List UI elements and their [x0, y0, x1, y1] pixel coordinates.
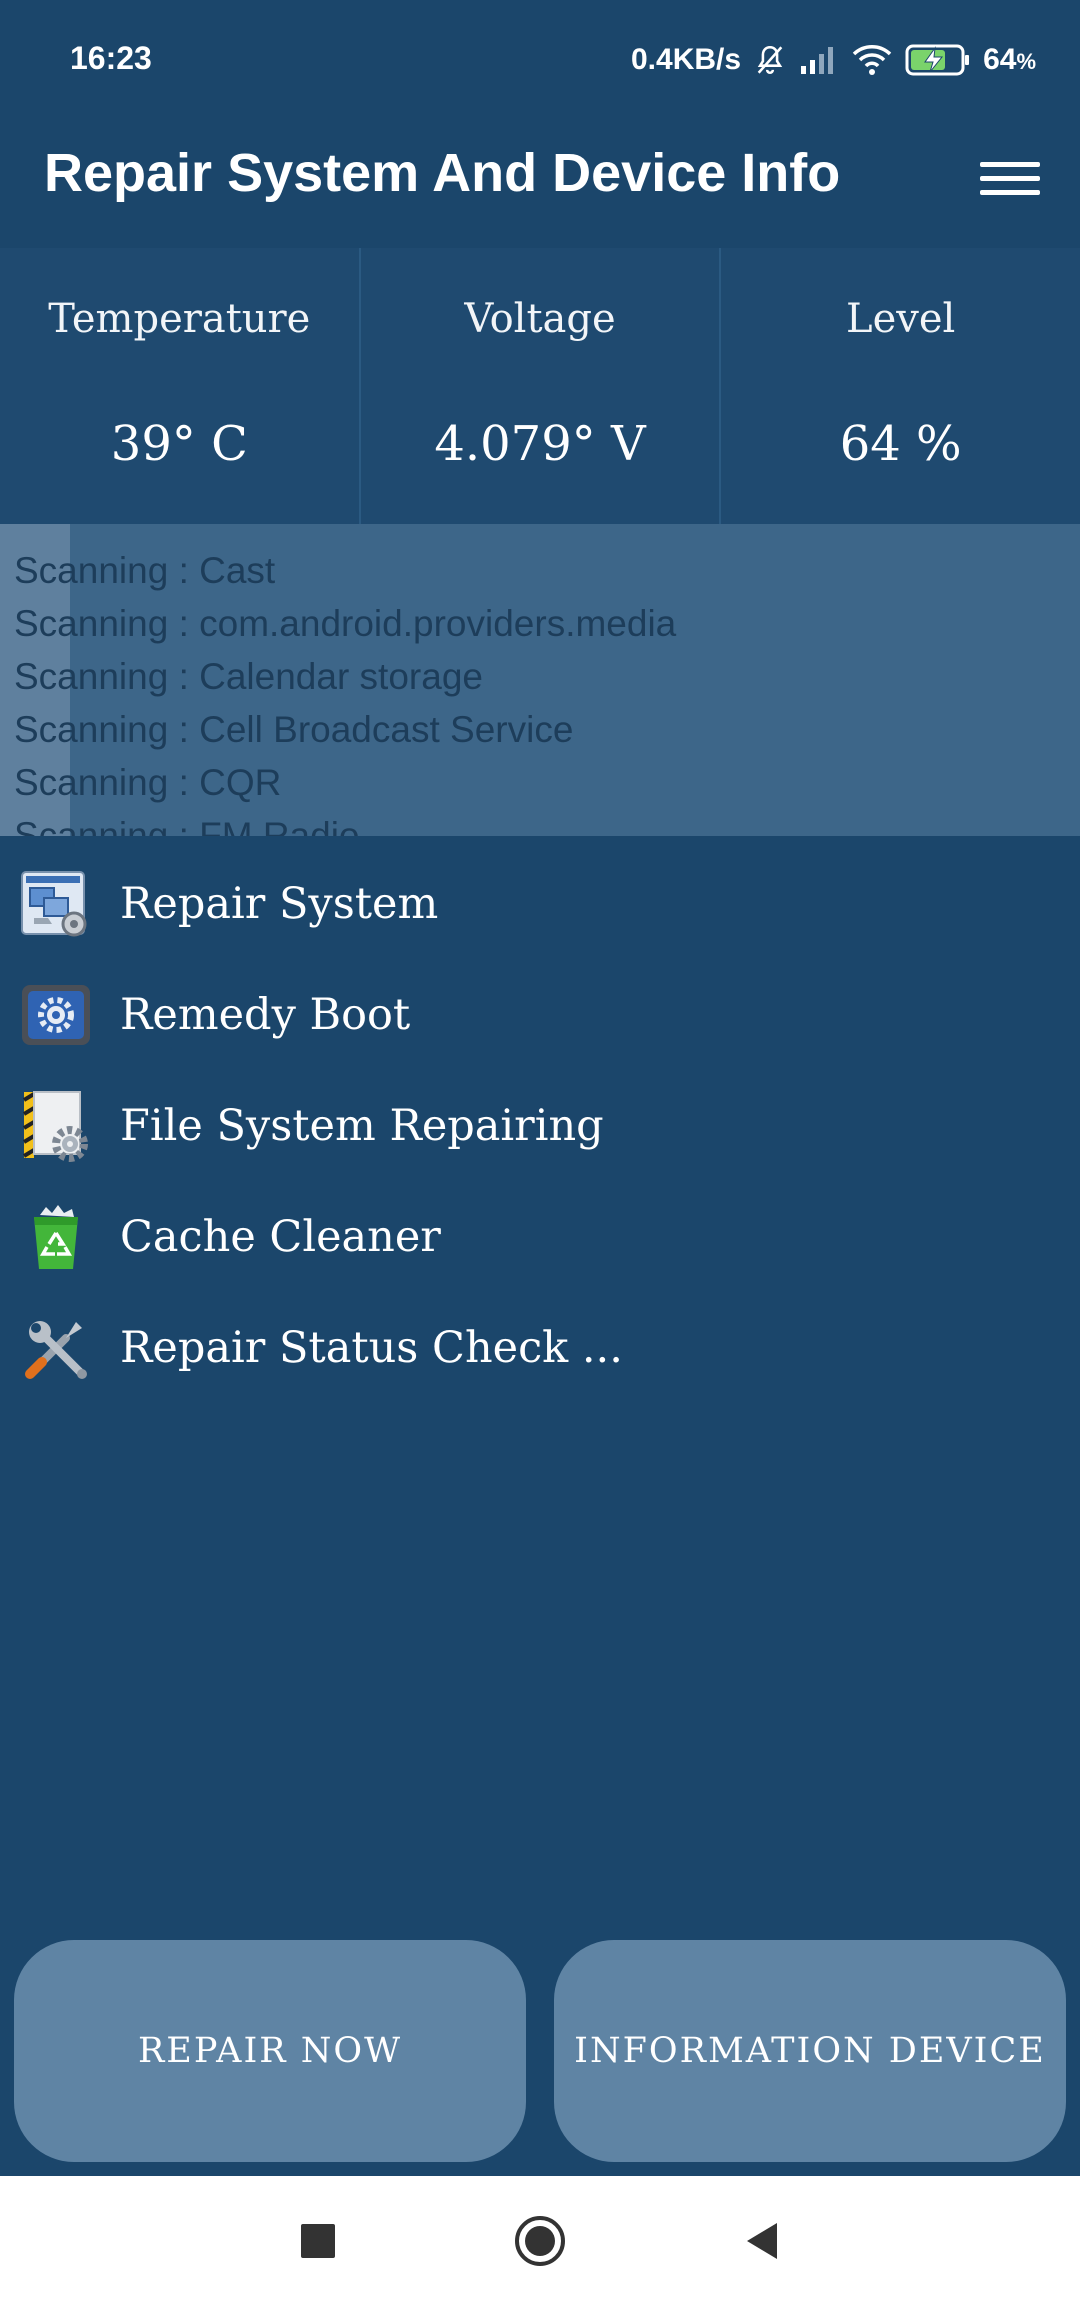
net-speed: 0.4KB/s	[631, 43, 742, 76]
scan-log[interactable]: Scanning : Cast Scanning : com.android.p…	[0, 524, 1080, 836]
level-value: 64 %	[839, 416, 962, 472]
menu-item-cache-cleaner[interactable]: Cache Cleaner	[0, 1181, 1080, 1292]
information-device-button[interactable]: INFORMATION DEVICE	[554, 1940, 1066, 2162]
status-bar: 16:23 0.4KB/s 64%	[0, 0, 1080, 118]
scan-line: Scanning : com.android.providers.media	[14, 603, 677, 644]
menu-label: File System Repairing	[120, 1100, 604, 1151]
menu-item-repair-status-check[interactable]: Repair Status Check ...	[0, 1292, 1080, 1403]
scan-line: Scanning : CQR	[14, 762, 282, 803]
home-circle-icon[interactable]	[480, 2176, 600, 2306]
status-icons: 0.4KB/s 64%	[631, 36, 1036, 84]
temperature-stat: Temperature 39° C	[0, 248, 359, 524]
menu-label: Cache Cleaner	[120, 1211, 441, 1262]
scan-line: Scanning : FM Radio	[14, 815, 360, 836]
repair-now-button[interactable]: REPAIR NOW	[14, 1940, 526, 2162]
battery-percent: 64%	[983, 43, 1036, 76]
repair-menu: Repair System Remedy Boot File System Re…	[0, 848, 1080, 1403]
level-stat: Level 64 %	[719, 248, 1080, 524]
tools-icon	[18, 1310, 94, 1386]
back-triangle-icon[interactable]	[702, 2176, 822, 2306]
file-gear-icon	[18, 1088, 94, 1164]
recents-square-icon[interactable]	[258, 2176, 378, 2306]
bell-off-icon	[753, 43, 787, 77]
repair-system-icon	[18, 866, 94, 942]
temperature-label: Temperature	[48, 296, 311, 342]
voltage-label: Voltage	[464, 296, 616, 342]
app-title: Repair System And Device Info	[44, 143, 841, 203]
menu-item-repair-system[interactable]: Repair System	[0, 848, 1080, 959]
voltage-value: 4.079° V	[434, 416, 646, 472]
menu-label: Remedy Boot	[120, 989, 411, 1040]
scan-line: Scanning : Cast	[14, 550, 276, 591]
app-bar: Repair System And Device Info	[0, 118, 1080, 248]
recycle-bin-icon	[18, 1199, 94, 1275]
scan-line: Scanning : Calendar storage	[14, 656, 483, 697]
menu-item-remedy-boot[interactable]: Remedy Boot	[0, 959, 1080, 1070]
level-label: Level	[846, 296, 956, 342]
wifi-icon	[851, 43, 893, 77]
menu-label: Repair Status Check ...	[120, 1322, 623, 1373]
battery-charging-icon	[905, 43, 971, 77]
voltage-stat: Voltage 4.079° V	[358, 248, 720, 524]
boot-gear-icon	[18, 977, 94, 1053]
signal-icon	[799, 44, 839, 76]
scan-line: Scanning : Cell Broadcast Service	[14, 709, 574, 750]
menu-label: Repair System	[120, 878, 439, 929]
status-time: 16:23	[70, 40, 152, 76]
battery-stats: Temperature 39° C Voltage 4.079° V Level…	[0, 248, 1080, 524]
hamburger-menu-icon[interactable]	[980, 148, 1040, 208]
temperature-value: 39° C	[110, 416, 248, 472]
menu-item-file-system-repairing[interactable]: File System Repairing	[0, 1070, 1080, 1181]
navigation-bar	[0, 2176, 1080, 2306]
